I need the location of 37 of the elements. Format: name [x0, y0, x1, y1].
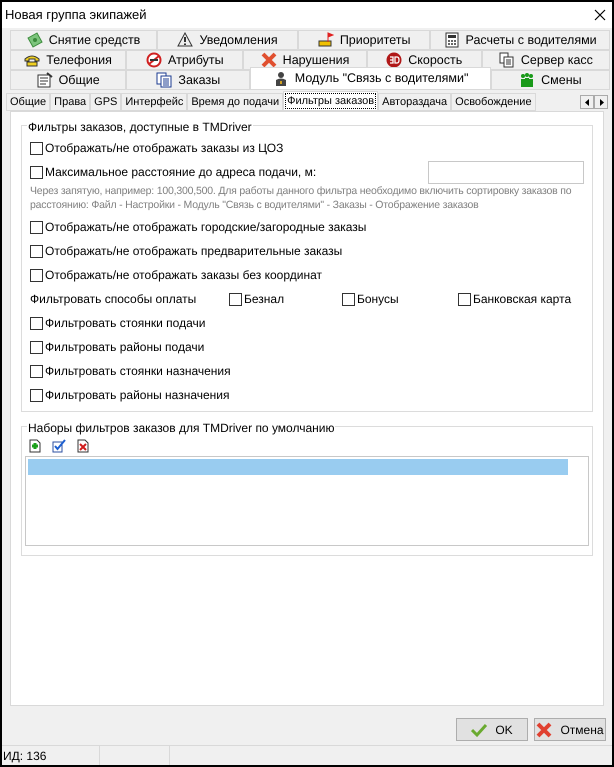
tab[interactable]: Телефония	[10, 50, 126, 70]
tab[interactable]: Сервер касс	[482, 50, 610, 70]
checkbox-label: Банковская карта	[473, 291, 572, 308]
checkbox-label: Фильтровать стоянки подачи	[45, 315, 206, 332]
tab[interactable]: GPS	[90, 93, 122, 111]
status-text: ИД: 136	[2, 746, 100, 765]
tab[interactable]: Снятие средств	[10, 30, 158, 50]
checkbox-label: Фильтровать стоянки назначения	[45, 363, 231, 380]
checkbox-label: Отображать/не отображать заказы без координат	[45, 267, 322, 284]
checkbox-label: Фильтровать районы назначения	[45, 387, 230, 404]
tab[interactable]: Интерфейс	[121, 93, 188, 111]
checkbox-label: Максимальное расстояние до адреса подачи, м:	[45, 164, 316, 181]
checkbox-label: Безнал	[244, 291, 284, 308]
checkbox-label: Отображать/не отображать городские/загородные заказы	[45, 219, 366, 236]
tab[interactable]: Время до подачи	[187, 93, 284, 111]
tab[interactable]: Заказы	[126, 70, 250, 90]
option-label: Фильтровать способы оплаты	[30, 291, 198, 308]
tab[interactable]: Права	[50, 93, 90, 111]
tab[interactable]: Общие	[6, 93, 50, 111]
tab[interactable]: Приоритеты	[298, 30, 430, 50]
tab[interactable]: Фильтры заказов	[283, 91, 378, 111]
cancel-button[interactable]: Отмена	[534, 718, 606, 741]
tab[interactable]: Общие	[10, 70, 126, 90]
tab[interactable]: Расчеты с водителями	[430, 30, 610, 50]
window-title: Новая группа экипажей	[5, 6, 147, 24]
hint-text: Через запятую, например: 100,300,500. Для работы данного фильтра необходимо включить сортировку заказов по расстоянию: Файл - Настройки - Модуль "Связь с водителями" - Заказы - Отображение заказов	[30, 184, 572, 212]
checkbox-label: Отображать/не отображать предварительные заказы	[45, 243, 342, 260]
tab[interactable]: Модуль "Связь с водителями"	[250, 67, 491, 90]
checkbox-label: Фильтровать районы подачи	[45, 339, 204, 356]
checkbox-label: Бонусы	[357, 291, 399, 308]
tab[interactable]: Уведомления	[157, 30, 298, 50]
checkbox-label: Отображать/не отображать заказы из ЦОЗ	[45, 140, 284, 157]
tab[interactable]: Атрибуты	[126, 50, 244, 70]
ok-button[interactable]: OK	[456, 718, 528, 741]
tab[interactable]: Смены	[490, 70, 610, 90]
tab[interactable]: Освобождение	[451, 93, 536, 111]
tab[interactable]: Автораздача	[378, 93, 452, 111]
